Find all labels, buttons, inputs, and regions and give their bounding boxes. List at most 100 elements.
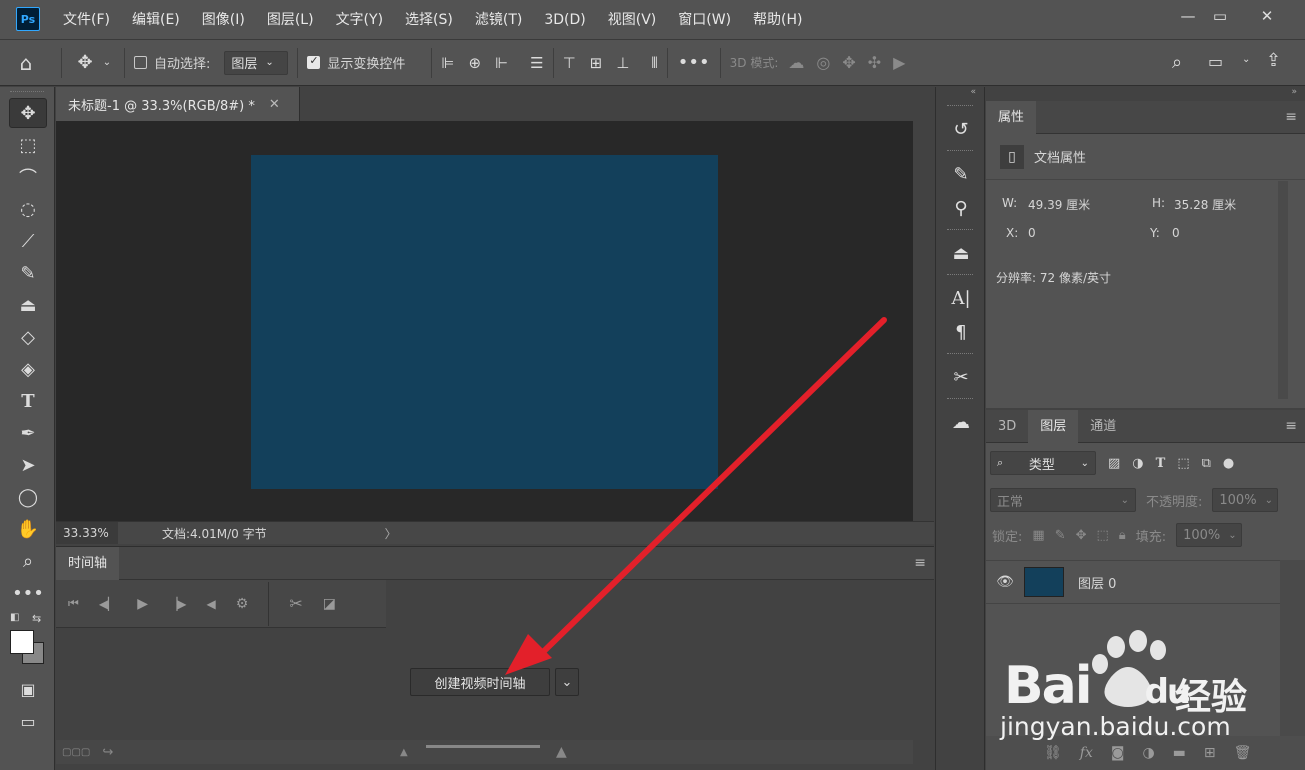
settings-gear-icon[interactable]: ⚙ <box>236 596 249 612</box>
transition-icon[interactable]: ◪ <box>323 596 336 612</box>
layer-row[interactable]: 👁︎ 图层 0 <box>986 560 1280 604</box>
panel-menu-icon[interactable]: ≡ <box>1285 109 1297 125</box>
workspace-icon[interactable]: ▭ <box>1208 52 1223 71</box>
more-options-icon[interactable]: ••• <box>677 52 711 73</box>
menu-help[interactable]: 帮助(H) <box>742 0 813 40</box>
align-top-icon[interactable]: ⊤ <box>563 54 576 72</box>
new-group-icon[interactable]: ▬ <box>1173 745 1186 761</box>
share-icon[interactable]: ⇪ <box>1266 50 1281 71</box>
menu-layer[interactable]: 图层(L) <box>256 0 325 40</box>
lock-brush-icon[interactable]: ✎ <box>1055 528 1066 543</box>
zoom-in-mountain-icon[interactable]: ▲ <box>556 744 567 760</box>
tab-layers[interactable]: 图层 <box>1028 409 1079 443</box>
convert-icon[interactable]: ↪ <box>102 745 113 760</box>
hand-tool[interactable]: ✋ <box>9 514 47 544</box>
align-vcenter-icon[interactable]: ⊞ <box>590 54 603 72</box>
opacity-field[interactable]: 100% ⌄ <box>1212 488 1279 512</box>
filter-pixel-icon[interactable]: ▨ <box>1108 456 1120 471</box>
swap-colors-icon[interactable]: ⇆ <box>32 612 41 625</box>
paint-bucket-tool[interactable]: ◈ <box>9 354 47 384</box>
collapse-panels-icon[interactable]: « <box>936 87 984 101</box>
color-swatches[interactable]: ◧ ⇆ <box>0 612 54 672</box>
close-window-icon[interactable]: ✕ <box>1245 0 1289 32</box>
prev-frame-icon[interactable]: ◀▏ <box>99 597 117 611</box>
frame-mode-icon[interactable]: ▢▢▢ <box>62 747 90 758</box>
brushes-icon[interactable]: ⚲ <box>936 191 986 225</box>
link-layers-icon[interactable]: ⛓ <box>1044 745 1062 761</box>
auto-select-option[interactable]: 自动选择: <box>134 53 210 72</box>
y-value[interactable]: 0 <box>1172 226 1180 240</box>
menu-view[interactable]: 视图(V) <box>597 0 668 40</box>
delete-layer-icon[interactable]: 🗑︎ <box>1234 745 1252 761</box>
lock-transparent-icon[interactable]: ▦ <box>1032 528 1044 543</box>
foreground-color-swatch[interactable] <box>10 630 34 654</box>
show-transform-option[interactable]: 显示变换控件 <box>307 53 405 72</box>
move-tool-icon[interactable]: ✥ <box>71 52 99 73</box>
lock-all-icon[interactable]: 🔒︎ <box>1119 528 1126 543</box>
fill-field[interactable]: 100% ⌄ <box>1176 523 1243 547</box>
quick-mask-icon[interactable]: ▣ <box>9 674 47 704</box>
default-colors-icon[interactable]: ◧ <box>10 612 19 623</box>
move-tool[interactable]: ✥ <box>9 98 47 128</box>
3d-camera-icon[interactable]: ▶ <box>893 53 905 72</box>
marquee-tool[interactable]: ⬚ <box>9 130 47 160</box>
h-value[interactable]: 35.28 厘米 <box>1174 196 1236 213</box>
tab-3d[interactable]: 3D <box>986 410 1028 443</box>
distribute-vertical-icon[interactable]: ☰ <box>530 54 543 72</box>
search-icon[interactable]: ⌕ <box>1172 52 1182 73</box>
menu-3d[interactable]: 3D(D) <box>533 0 596 40</box>
distribute-horizontal-icon[interactable]: ⫴ <box>651 54 657 72</box>
add-mask-icon[interactable]: ◙ <box>1111 745 1125 761</box>
zoom-level[interactable]: 33.33% <box>56 522 118 544</box>
blend-mode-dropdown[interactable]: 正常 ⌄ <box>990 488 1136 512</box>
filter-type-icon[interactable]: T <box>1156 456 1166 471</box>
paragraph-panel-icon[interactable]: ¶ <box>936 315 986 349</box>
panel-menu-icon[interactable]: ≡ <box>1285 418 1297 434</box>
menu-image[interactable]: 图像(I) <box>191 0 256 40</box>
close-tab-icon[interactable]: ✕ <box>269 97 280 112</box>
next-frame-icon[interactable]: ▕▶ <box>168 597 186 611</box>
maximize-icon[interactable]: ▭ <box>1198 0 1242 32</box>
history-panel-icon[interactable]: ↺ <box>936 112 986 146</box>
show-transform-checkbox[interactable] <box>307 54 321 69</box>
menu-edit[interactable]: 编辑(E) <box>121 0 191 40</box>
document-tab[interactable]: 未标题-1 @ 33.3%(RGB/8#) * ✕ <box>56 87 300 121</box>
screen-mode-icon[interactable]: ▭ <box>9 706 47 736</box>
collapse-right-icon[interactable]: » <box>986 87 1305 101</box>
character-panel-icon[interactable]: A| <box>936 281 986 315</box>
timeline-zoom-slider[interactable] <box>426 745 540 748</box>
filter-adjustment-icon[interactable]: ◑ <box>1132 456 1143 471</box>
adjustment-layer-icon[interactable]: ◑ <box>1142 745 1154 761</box>
menu-select[interactable]: 选择(S) <box>394 0 464 40</box>
play-icon[interactable]: ▶ <box>137 596 148 612</box>
quick-select-tool[interactable]: ◌ <box>9 194 47 224</box>
layer-name[interactable]: 图层 0 <box>1078 573 1116 592</box>
w-value[interactable]: 49.39 厘米 <box>1028 196 1090 213</box>
zoom-out-mountain-icon[interactable]: ▲ <box>400 747 408 758</box>
timeline-mode-dropdown[interactable]: ⌄ <box>555 668 579 696</box>
eraser-tool[interactable]: ◇ <box>9 322 47 352</box>
home-icon[interactable]: ⌂ <box>0 51 52 75</box>
chevron-down-icon[interactable]: ⌄ <box>99 57 115 68</box>
align-bottom-icon[interactable]: ⊥ <box>616 54 629 72</box>
audio-icon[interactable]: ◀ <box>207 597 216 611</box>
status-chevron-icon[interactable]: 〉 <box>385 525 397 542</box>
menu-filter[interactable]: 滤镜(T) <box>464 0 533 40</box>
lasso-tool[interactable]: ⌒ <box>9 162 47 192</box>
split-scissors-icon[interactable]: ✂ <box>289 594 302 613</box>
panel-menu-icon[interactable]: ≡ <box>914 555 926 571</box>
fx-label[interactable]: fx <box>1080 745 1093 761</box>
filter-toggle-icon[interactable]: ● <box>1223 456 1234 471</box>
filter-shape-icon[interactable]: ⬚ <box>1177 456 1189 471</box>
auto-select-dropdown[interactable]: 图层 ⌄ <box>224 50 289 75</box>
more-tools-icon[interactable]: ••• <box>9 578 47 608</box>
pen-tool[interactable]: ✒ <box>9 418 47 448</box>
lock-artboard-icon[interactable]: ⬚ <box>1097 528 1109 543</box>
3d-pan-icon[interactable]: ✥ <box>842 53 855 72</box>
brush-settings-icon[interactable]: ✎ <box>936 157 986 191</box>
create-video-timeline-button[interactable]: 创建视频时间轴 <box>410 668 550 696</box>
type-tool[interactable]: T <box>9 386 47 416</box>
new-layer-icon[interactable]: ⊞ <box>1204 745 1216 761</box>
3d-orbit-icon[interactable]: ☁ <box>788 53 804 72</box>
auto-select-checkbox[interactable] <box>134 56 147 69</box>
